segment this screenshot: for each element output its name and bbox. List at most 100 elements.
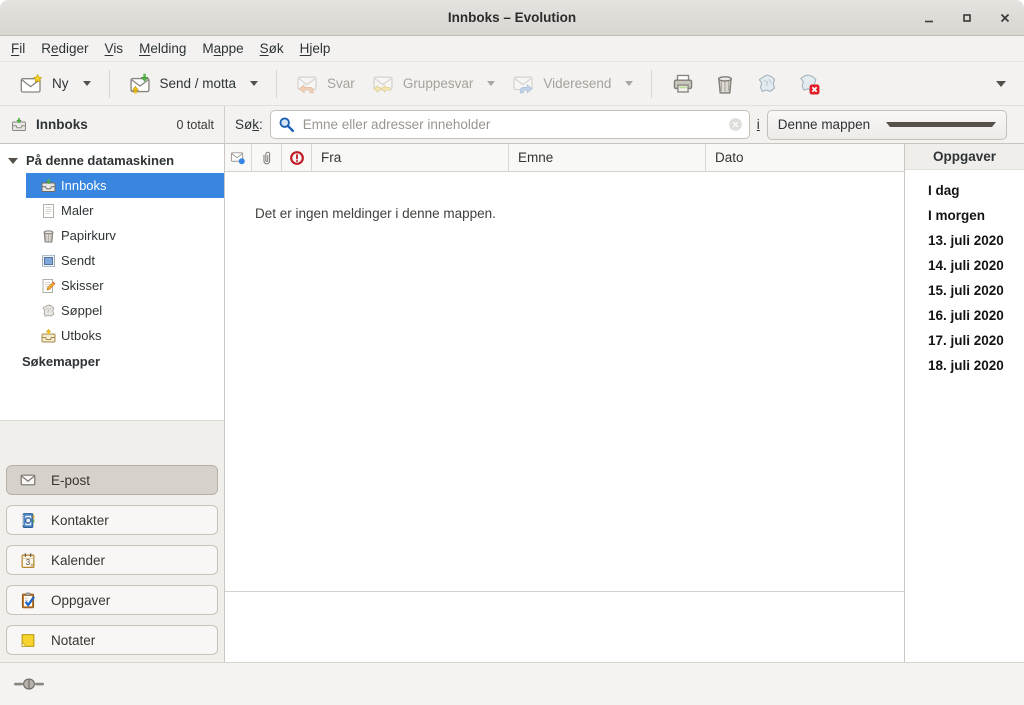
menu-item-sok[interactable]: Søk [252, 38, 292, 59]
forward-icon [511, 73, 535, 95]
junk-folder-icon [40, 303, 57, 319]
close-button[interactable] [996, 9, 1014, 27]
tree-root-on-this-computer[interactable]: På denne datamaskinen [0, 148, 224, 173]
folder-maler[interactable]: Maler [0, 198, 224, 223]
column-priority[interactable] [282, 144, 312, 171]
maximize-icon [960, 11, 974, 25]
send-receive-icon [128, 73, 152, 95]
menu-item-mappe[interactable]: Mappe [194, 38, 251, 59]
empty-folder-message: Det er ingen meldinger i denne mappen. [255, 206, 904, 221]
search-scope-dropdown[interactable]: Denne mappen [767, 110, 1007, 140]
group-reply-dropdown-icon[interactable] [487, 81, 495, 86]
task-date-row[interactable]: 16. juli 2020 [905, 303, 1024, 328]
not-junk-button[interactable] [788, 68, 830, 100]
not-junk-icon [797, 73, 821, 95]
forward-button[interactable]: Videresend [503, 68, 641, 100]
task-date-row[interactable]: 17. juli 2020 [905, 328, 1024, 353]
message-list-body[interactable]: Det er ingen meldinger i denne mappen. [225, 172, 904, 591]
column-attachment[interactable] [252, 144, 282, 171]
preview-pane[interactable] [225, 591, 904, 662]
folder-innboks[interactable]: Innboks [26, 173, 224, 198]
delete-button[interactable] [704, 68, 746, 100]
task-date-row[interactable]: 15. juli 2020 [905, 278, 1024, 303]
group-reply-button[interactable]: Gruppesvar [363, 68, 504, 100]
tree-root-search-folders[interactable]: Søkemapper [0, 349, 224, 374]
view-switcher: E-post Kontakter 3 Kalender [0, 420, 224, 662]
menu-item-rediger[interactable]: Rediger [33, 38, 96, 59]
task-date-row[interactable]: 14. juli 2020 [905, 253, 1024, 278]
column-from[interactable]: Fra [312, 144, 509, 171]
search-input[interactable] [270, 110, 750, 139]
folder-sendt[interactable]: Sendt [0, 248, 224, 273]
send-receive-dropdown-icon[interactable] [250, 81, 258, 86]
online-status-plug-icon [13, 675, 45, 693]
column-subject[interactable]: Emne [509, 144, 706, 171]
maximize-button[interactable] [958, 9, 976, 27]
switcher-contacts-button[interactable]: Kontakter [6, 505, 218, 535]
group-reply-icon [371, 73, 395, 95]
new-dropdown-icon[interactable] [83, 81, 91, 86]
forward-dropdown-icon[interactable] [625, 81, 633, 86]
switcher-calendar-button[interactable]: 3 Kalender [6, 545, 218, 575]
minimize-icon [922, 11, 936, 25]
junk-icon [755, 73, 779, 95]
send-receive-button[interactable]: Send / motta [120, 68, 267, 100]
calendar-icon: 3 [19, 552, 37, 569]
inbox-icon [40, 178, 57, 194]
menu-item-melding[interactable]: Melding [131, 38, 194, 59]
tasks-panel-header[interactable]: Oppgaver [905, 144, 1024, 170]
attachment-icon [259, 150, 274, 166]
print-icon [671, 73, 695, 95]
task-date-row[interactable]: 13. juli 2020 [905, 228, 1024, 253]
tasks-panel: Oppgaver I dag I morgen 13. juli 2020 14… [904, 144, 1024, 662]
read-status-icon [230, 150, 246, 165]
folder-tree: På denne datamaskinen Innboks Maler [0, 144, 224, 420]
priority-icon [289, 150, 305, 166]
new-message-button[interactable]: Ny [12, 68, 99, 100]
trash-icon [40, 228, 57, 244]
search-in-label: i [757, 117, 760, 132]
titlebar[interactable]: Innboks – Evolution [0, 0, 1024, 36]
junk-button[interactable] [746, 68, 788, 100]
folder-papirkurv[interactable]: Papirkurv [0, 223, 224, 248]
toolbar-separator [651, 70, 652, 98]
switcher-notes-button[interactable]: Notater [6, 625, 218, 655]
sent-icon [40, 253, 57, 269]
task-date-row[interactable]: I morgen [905, 203, 1024, 228]
minimize-button[interactable] [920, 9, 938, 27]
print-button[interactable] [662, 68, 704, 100]
menu-item-vis[interactable]: Vis [97, 38, 132, 59]
evolution-window: Innboks – Evolution Fil Rediger Vis Meld… [0, 0, 1024, 705]
switcher-mail-button[interactable]: E-post [6, 465, 218, 495]
task-date-row[interactable]: 18. juli 2020 [905, 353, 1024, 378]
svg-text:3: 3 [26, 557, 31, 566]
templates-icon [40, 203, 57, 219]
online-status-button[interactable] [13, 675, 45, 693]
search-box [270, 110, 750, 139]
clear-search-icon[interactable] [728, 117, 743, 132]
drafts-icon [40, 278, 57, 294]
menu-item-hjelp[interactable]: Hjelp [292, 38, 339, 59]
column-date[interactable]: Dato [706, 144, 904, 171]
toolbar-overflow-button[interactable] [990, 81, 1012, 87]
chevron-down-icon [886, 122, 996, 127]
menubar: Fil Rediger Vis Melding Mappe Søk Hjelp [0, 36, 1024, 62]
folder-skisser[interactable]: Skisser [0, 273, 224, 298]
new-mail-icon [20, 73, 44, 95]
column-read-status[interactable] [225, 144, 252, 171]
search-label: Søk: [235, 117, 263, 132]
task-date-row[interactable]: I dag [905, 178, 1024, 203]
reply-button[interactable]: Svar [287, 68, 363, 100]
toolbar-overflow-icon [996, 81, 1006, 87]
mail-icon [19, 472, 37, 488]
contacts-icon [19, 512, 37, 529]
menu-item-fil[interactable]: Fil [3, 38, 33, 59]
trash-icon [713, 73, 737, 95]
statusbar [0, 662, 1024, 705]
expander-icon[interactable] [8, 158, 18, 164]
switcher-tasks-button[interactable]: Oppgaver [6, 585, 218, 615]
sidebar: På denne datamaskinen Innboks Maler [0, 144, 225, 662]
outbox-icon [40, 328, 57, 344]
folder-utboks[interactable]: Utboks [0, 323, 224, 348]
folder-soppel[interactable]: Søppel [0, 298, 224, 323]
